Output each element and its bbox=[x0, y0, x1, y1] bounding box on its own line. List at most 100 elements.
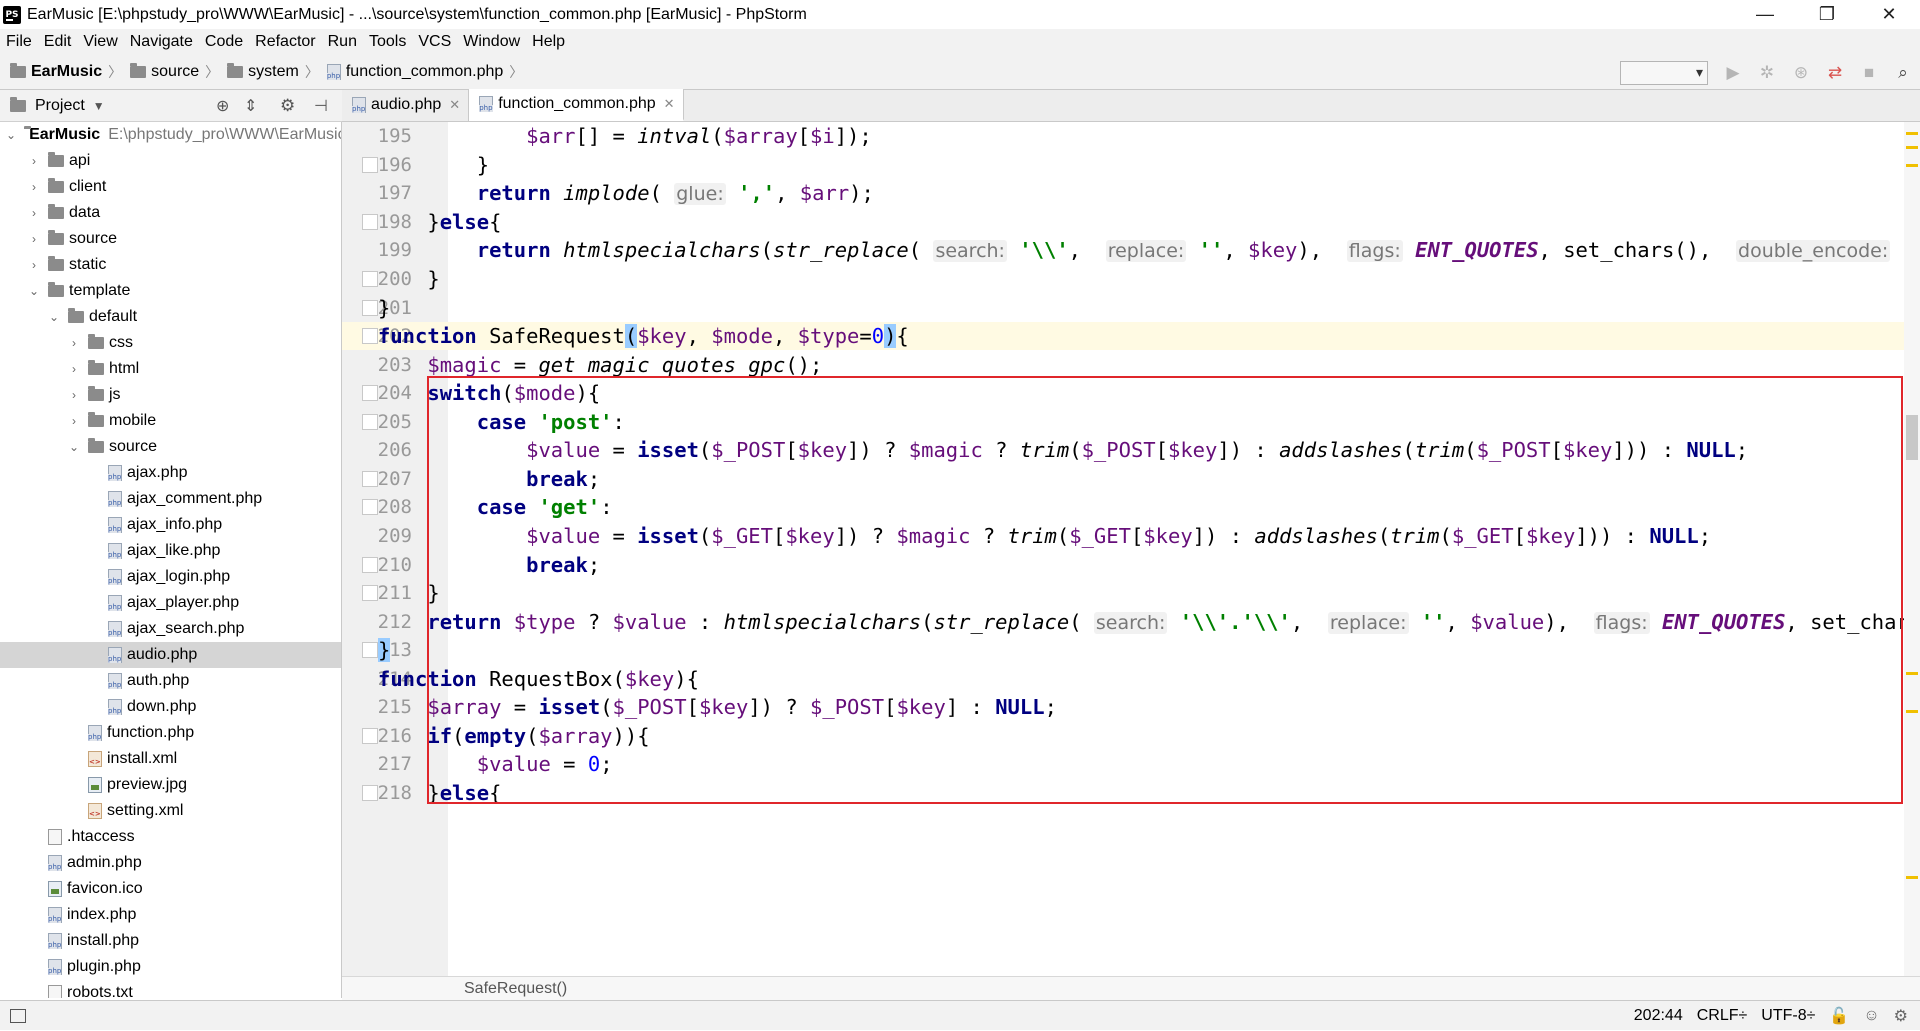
stop-icon[interactable]: ■ bbox=[1852, 55, 1886, 90]
code-line[interactable]: 218 }else{ bbox=[342, 779, 1920, 808]
tab-audio-php[interactable]: audio.php ✕ bbox=[342, 89, 470, 121]
minimize-button[interactable]: — bbox=[1734, 0, 1796, 29]
menu-window[interactable]: Window bbox=[457, 33, 526, 51]
tree-folder[interactable]: › mobile bbox=[0, 408, 341, 434]
tree-folder[interactable]: › js bbox=[0, 382, 341, 408]
code-line[interactable]: 210 break; bbox=[342, 550, 1920, 579]
tree-file[interactable]: setting.xml bbox=[0, 798, 341, 824]
code-line[interactable]: 209 $value = isset($_GET[$key]) ? $magic… bbox=[342, 522, 1920, 551]
lock-icon[interactable]: 🔓 bbox=[1829, 1006, 1849, 1026]
code-line[interactable]: 198 }else{ bbox=[342, 208, 1920, 237]
event-log-icon[interactable]: ⚙ bbox=[1894, 1006, 1908, 1026]
run-icon[interactable]: ▶ bbox=[1716, 55, 1750, 90]
code-line[interactable]: 217 $value = 0; bbox=[342, 750, 1920, 779]
tree-file[interactable]: ajax_search.php bbox=[0, 616, 341, 642]
tree-file[interactable]: index.php bbox=[0, 902, 341, 928]
menu-code[interactable]: Code bbox=[199, 33, 249, 51]
chevron-down-icon[interactable]: ▼ bbox=[93, 99, 105, 113]
code-line[interactable]: 213} bbox=[342, 636, 1920, 665]
code-line[interactable]: 204 switch($mode){ bbox=[342, 379, 1920, 408]
tree-file[interactable]: plugin.php bbox=[0, 954, 341, 980]
code-line[interactable]: 203 $magic = get_magic_quotes_gpc(); bbox=[342, 350, 1920, 379]
close-button[interactable]: ✕ bbox=[1858, 0, 1920, 29]
project-view-title[interactable]: Project bbox=[35, 97, 85, 115]
run-configuration-select[interactable] bbox=[1620, 60, 1708, 85]
code-line[interactable]: 207 break; bbox=[342, 465, 1920, 494]
code-editor[interactable]: 195 $arr[] = intval($array[$i]); 196 } 197… bbox=[342, 122, 1920, 976]
menu-file[interactable]: File bbox=[0, 33, 38, 51]
menu-navigate[interactable]: Navigate bbox=[124, 33, 199, 51]
tree-file[interactable]: install.xml bbox=[0, 746, 341, 772]
tree-folder[interactable]: ⌄ default bbox=[0, 304, 341, 330]
tab-function-common-php[interactable]: function_common.php ✕ bbox=[469, 89, 684, 121]
chevron-right-icon[interactable]: › bbox=[28, 206, 40, 220]
code-line[interactable]: 216 if(empty($array)){ bbox=[342, 722, 1920, 751]
tree-folder[interactable]: ⌄ source bbox=[0, 434, 341, 460]
tree-folder[interactable]: › css bbox=[0, 330, 341, 356]
code-line[interactable]: 197 return implode( glue: ',', $arr); bbox=[342, 179, 1920, 208]
chevron-down-icon[interactable]: ⌄ bbox=[6, 128, 16, 142]
caret-position[interactable]: 202:44 bbox=[1634, 1007, 1683, 1025]
fold-marker-icon[interactable] bbox=[362, 328, 378, 345]
fold-marker-icon[interactable] bbox=[362, 784, 378, 801]
line-separator[interactable]: CRLF÷ bbox=[1697, 1007, 1748, 1025]
tree-file[interactable]: ajax_comment.php bbox=[0, 486, 341, 512]
menu-run[interactable]: Run bbox=[322, 33, 363, 51]
tree-file[interactable]: favicon.ico bbox=[0, 876, 341, 902]
tree-file[interactable]: auth.php bbox=[0, 668, 341, 694]
code-line[interactable]: 215 $array = isset($_POST[$key]) ? $_POS… bbox=[342, 693, 1920, 722]
file-encoding[interactable]: UTF-8÷ bbox=[1761, 1007, 1815, 1025]
tree-root[interactable]: ⌄ EarMusic E:\phpstudy_pro\WWW\EarMusic bbox=[0, 122, 341, 148]
chevron-right-icon[interactable]: › bbox=[68, 362, 80, 376]
tree-file[interactable]: ajax_player.php bbox=[0, 590, 341, 616]
tree-folder[interactable]: › data bbox=[0, 200, 341, 226]
tree-folder[interactable]: › source bbox=[0, 226, 341, 252]
fold-marker-icon[interactable] bbox=[362, 385, 378, 402]
code-line[interactable]: 202 function SafeRequest($key, $mode, $ty… bbox=[342, 321, 1920, 351]
tree-file[interactable]: admin.php bbox=[0, 850, 341, 876]
tree-file[interactable]: audio.php bbox=[0, 642, 341, 668]
tree-file[interactable]: robots.txt bbox=[0, 980, 341, 998]
menu-view[interactable]: View bbox=[77, 33, 123, 51]
tree-folder[interactable]: › client bbox=[0, 174, 341, 200]
tree-folder[interactable]: ⌄ template bbox=[0, 278, 341, 304]
breadcrumb-system[interactable]: system 〉 bbox=[227, 62, 319, 82]
tree-file[interactable]: down.php bbox=[0, 694, 341, 720]
menu-edit[interactable]: Edit bbox=[38, 33, 78, 51]
tree-file[interactable]: install.php bbox=[0, 928, 341, 954]
tree-file[interactable]: .htaccess bbox=[0, 824, 341, 850]
fold-marker-icon[interactable] bbox=[362, 727, 378, 744]
gear-icon[interactable]: ⚙ bbox=[280, 96, 295, 116]
coverage-icon[interactable]: ⊛ bbox=[1784, 55, 1818, 90]
code-line[interactable]: 206 $value = isset($_POST[$key]) ? $magi… bbox=[342, 436, 1920, 465]
chevron-down-icon[interactable]: ⌄ bbox=[48, 310, 60, 324]
fold-marker-icon[interactable] bbox=[362, 556, 378, 573]
code-line[interactable]: 199 return htmlspecialchars(str_replace(… bbox=[342, 236, 1920, 265]
tree-file[interactable]: preview.jpg bbox=[0, 772, 341, 798]
chevron-right-icon[interactable]: › bbox=[68, 388, 80, 402]
chevron-right-icon[interactable]: › bbox=[28, 180, 40, 194]
fold-marker-icon[interactable] bbox=[362, 585, 378, 602]
close-tab-icon[interactable]: ✕ bbox=[664, 96, 675, 112]
code-line[interactable]: 196 } bbox=[342, 151, 1920, 180]
breadcrumb-project[interactable]: EarMusic 〉 bbox=[10, 62, 122, 82]
chevron-right-icon[interactable]: › bbox=[28, 232, 40, 246]
debug-icon[interactable]: ✲ bbox=[1750, 55, 1784, 90]
close-tab-icon[interactable]: ✕ bbox=[449, 97, 460, 113]
collapse-all-icon[interactable]: ⇕ bbox=[244, 96, 257, 116]
fold-marker-icon[interactable] bbox=[362, 499, 378, 516]
tree-file[interactable]: ajax.php bbox=[0, 460, 341, 486]
locate-icon[interactable]: ⊕ bbox=[216, 96, 229, 116]
tree-file[interactable]: function.php bbox=[0, 720, 341, 746]
fold-marker-icon[interactable] bbox=[362, 299, 378, 316]
menu-refactor[interactable]: Refactor bbox=[249, 33, 321, 51]
code-line[interactable]: 201} bbox=[342, 293, 1920, 322]
tree-file[interactable]: ajax_login.php bbox=[0, 564, 341, 590]
code-line[interactable]: 211 } bbox=[342, 579, 1920, 608]
tree-folder[interactable]: › html bbox=[0, 356, 341, 382]
code-line[interactable]: 200 } bbox=[342, 265, 1920, 294]
tree-file[interactable]: ajax_info.php bbox=[0, 512, 341, 538]
breadcrumb-file[interactable]: function_common.php〉 bbox=[326, 62, 523, 82]
fold-marker-icon[interactable] bbox=[362, 413, 378, 430]
hide-panel-icon[interactable]: ⊣ bbox=[314, 96, 328, 116]
